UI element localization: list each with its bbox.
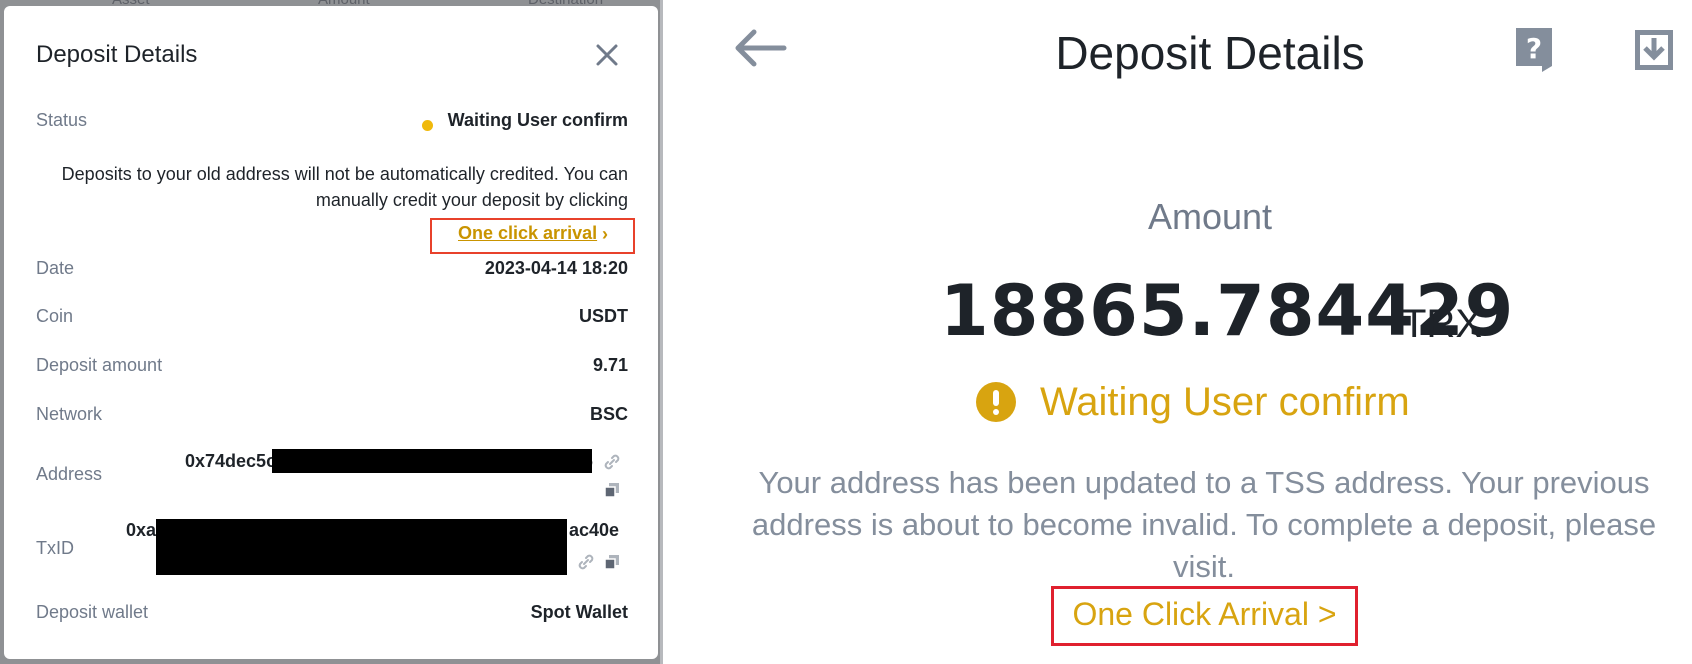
address-redaction: [272, 449, 592, 473]
deposit-amount-value: 9.71: [592, 355, 628, 375]
page-backdrop: Asset Amount Destination Deposit Details…: [0, 0, 660, 664]
back-arrow-icon[interactable]: [730, 26, 790, 70]
one-click-arrival-link[interactable]: One click arrival: [458, 223, 597, 244]
mobile-one-click-arrival-link[interactable]: One Click Arrival >: [1051, 596, 1358, 633]
network-label: Network: [36, 404, 103, 424]
copy-icon[interactable]: [602, 480, 622, 500]
coin-value: USDT: [579, 306, 628, 326]
status-dot-icon: [422, 120, 433, 131]
deposit-wallet-value: Spot Wallet: [530, 602, 628, 622]
mobile-page-title: Deposit Details: [1055, 27, 1365, 79]
status-label: Status: [36, 110, 88, 130]
txid-redaction: [156, 519, 567, 575]
coin-label: Coin: [36, 306, 74, 326]
date-value: 2023-04-14 18:20: [484, 258, 628, 278]
txid-label: TxID: [36, 538, 74, 558]
date-label: Date: [36, 258, 75, 278]
deposit-wallet-label: Deposit wallet: [36, 602, 149, 622]
link-icon[interactable]: [602, 452, 622, 472]
address-label: Address: [36, 464, 103, 484]
deposit-details-modal: Deposit Details Status Waiting User conf…: [4, 6, 658, 659]
tss-address-notice: Your address has been updated to a TSS a…: [751, 465, 1657, 584]
txid-value-prefix: 0xa: [126, 520, 157, 540]
amount-label: Amount: [1147, 196, 1273, 237]
panel-divider: [660, 0, 663, 664]
modal-title: Deposit Details: [36, 41, 198, 68]
svg-text:?: ?: [1526, 32, 1542, 65]
close-icon[interactable]: [594, 42, 620, 68]
copy-icon[interactable]: [602, 552, 622, 572]
chevron-right-icon[interactable]: ›: [602, 224, 608, 245]
address-value-prefix: 0x74dec5c: [185, 451, 277, 471]
help-icon[interactable]: ?: [1512, 26, 1556, 74]
network-value: BSC: [589, 404, 628, 424]
export-icon[interactable]: [1632, 26, 1676, 74]
status-value: Waiting User confirm: [447, 110, 628, 130]
deposit-amount-label: Deposit amount: [36, 355, 163, 375]
old-address-notice: Deposits to your old address will not be…: [61, 164, 628, 210]
txid-value-suffix: ac40e: [569, 520, 620, 540]
link-icon[interactable]: [576, 552, 596, 572]
warning-icon: [976, 382, 1016, 422]
mobile-status-text: Waiting User confirm: [1040, 380, 1410, 424]
amount-coin: TRX: [1402, 302, 1482, 346]
